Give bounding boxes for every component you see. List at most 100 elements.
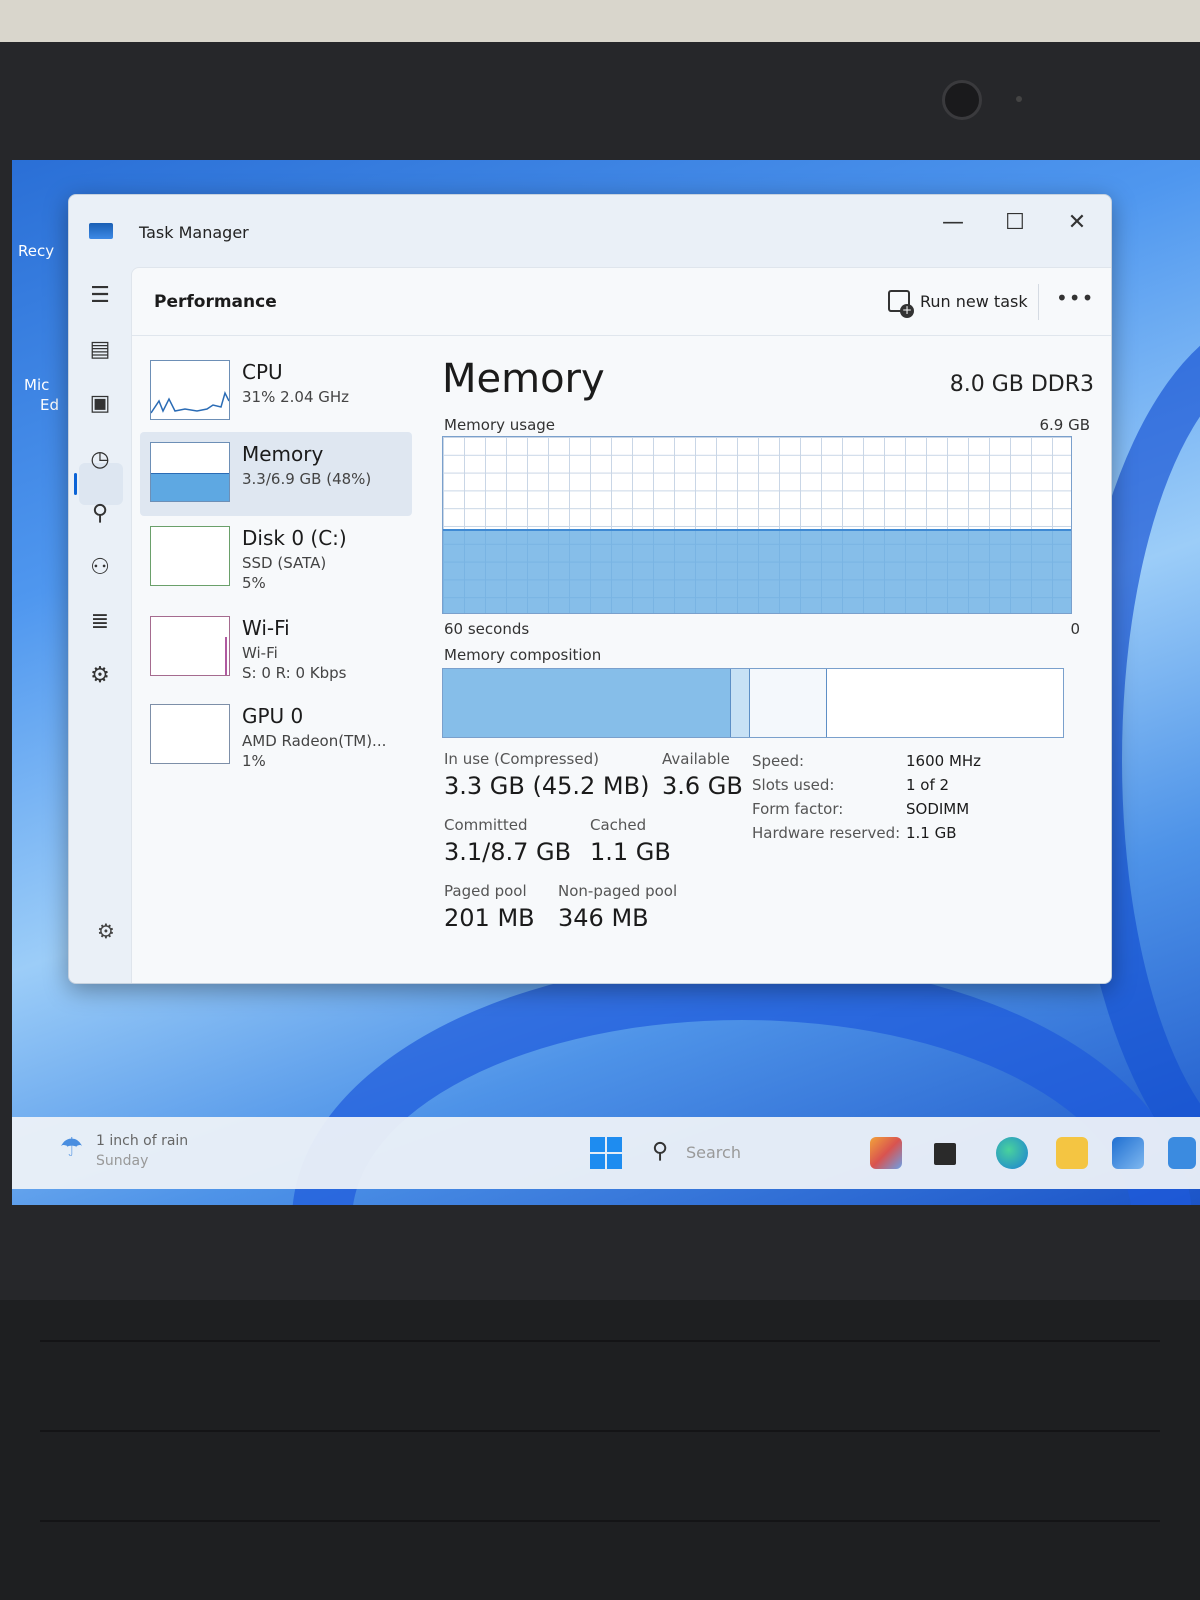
window-title: Task Manager xyxy=(139,223,249,242)
spec-speed-value: 1600 MHz xyxy=(906,752,982,770)
device-name: Wi-Fi xyxy=(242,616,290,640)
device-detail-2: 1% xyxy=(242,752,266,770)
start-tile xyxy=(590,1154,605,1169)
composition-in-use xyxy=(443,669,732,737)
gpu-thumbnail-graph xyxy=(150,704,230,764)
cpu-sparkline xyxy=(150,390,230,414)
file-explorer-icon[interactable] xyxy=(1056,1137,1088,1169)
cpu-thumbnail-graph xyxy=(150,360,230,420)
taskbar-search[interactable]: ⚲ Search xyxy=(652,1135,842,1171)
device-list: CPU 31% 2.04 GHz Memory 3.3/6.9 GB (48%)… xyxy=(132,336,422,983)
hamburger-icon[interactable]: ☰ xyxy=(85,281,115,311)
cached-value: 1.1 GB xyxy=(590,838,671,866)
committed-value: 3.1/8.7 GB xyxy=(444,838,572,866)
memory-spec: 8.0 GB DDR3 xyxy=(949,372,1094,397)
spec-form-factor-value: SODIMM xyxy=(906,800,970,818)
memory-usage-label: Memory usage xyxy=(444,416,556,434)
wifi-thumbnail-graph xyxy=(150,616,230,676)
disk-thumbnail-graph xyxy=(150,526,230,586)
task-manager-window: Task Manager — ☐ ✕ ☰ ▤ ▣ ◷ ⚲ ⚇ ≣ ⚙ ⚙ Per… xyxy=(68,194,1112,984)
device-item-cpu[interactable]: CPU 31% 2.04 GHz xyxy=(140,350,412,434)
umbrella-icon: ☂ xyxy=(60,1133,84,1163)
run-new-task-label: Run new task xyxy=(920,292,1028,311)
composition-standby xyxy=(749,669,828,737)
device-item-gpu[interactable]: GPU 0 AMD Radeon(TM)... 1% xyxy=(140,694,412,778)
memory-thumbnail-fill xyxy=(151,473,229,501)
weather-day: Sunday xyxy=(96,1153,149,1169)
side-navigation: ☰ ▤ ▣ ◷ ⚲ ⚇ ≣ ⚙ ⚙ xyxy=(69,267,131,983)
device-name: CPU xyxy=(242,360,283,384)
memory-thumbnail-graph xyxy=(150,442,230,502)
edge-icon[interactable] xyxy=(996,1137,1028,1169)
minimize-button[interactable]: — xyxy=(925,203,981,243)
maximize-button[interactable]: ☐ xyxy=(987,203,1043,243)
device-name: Disk 0 (C:) xyxy=(242,526,347,550)
page-title: Performance xyxy=(154,292,277,312)
start-tile xyxy=(607,1154,622,1169)
header-divider xyxy=(1038,284,1039,320)
app-history-icon[interactable]: ◷ xyxy=(85,445,115,475)
desktop-icon-recycle-bin-label[interactable]: Recy xyxy=(18,242,54,260)
startup-apps-icon[interactable]: ⚲ xyxy=(85,499,115,529)
search-icon: ⚲ xyxy=(652,1139,669,1164)
processes-icon[interactable]: ▤ xyxy=(85,335,115,365)
windows-start-button[interactable] xyxy=(590,1137,622,1169)
device-detail: 31% 2.04 GHz xyxy=(242,388,350,406)
device-detail: Wi-Fi xyxy=(242,644,278,662)
services-icon[interactable]: ⚙ xyxy=(85,661,115,691)
desktop-icon-edge-label-2[interactable]: Ed xyxy=(40,396,59,414)
users-icon[interactable]: ⚇ xyxy=(85,553,115,583)
detail-title: Memory xyxy=(442,356,605,402)
device-item-memory[interactable]: Memory 3.3/6.9 GB (48%) xyxy=(140,432,412,516)
paged-pool-value: 201 MB xyxy=(444,904,535,932)
desktop-screen: Recy Mic Ed Task Manager — ☐ ✕ ☰ ▤ ▣ ◷ ⚲… xyxy=(12,160,1200,1205)
spec-slots-value: 1 of 2 xyxy=(906,776,950,794)
cached-label: Cached xyxy=(590,816,647,834)
committed-label: Committed xyxy=(444,816,528,834)
spec-form-factor-label: Form factor: xyxy=(752,800,844,818)
memory-composition-bar xyxy=(442,668,1064,738)
device-item-wifi[interactable]: Wi-Fi Wi-Fi S: 0 R: 0 Kbps xyxy=(140,606,412,690)
wifi-sparkline xyxy=(225,637,227,675)
graph-axis-right: 0 xyxy=(1070,620,1080,638)
memory-composition-label: Memory composition xyxy=(444,646,602,664)
page-header: Performance Run new task ••• xyxy=(132,268,1111,336)
task-manager-app-icon xyxy=(89,223,113,239)
close-button[interactable]: ✕ xyxy=(1049,203,1105,243)
nav-active-indicator xyxy=(74,473,77,495)
webcam xyxy=(942,80,982,120)
weather-widget[interactable]: ☂ 1 inch of rain Sunday xyxy=(60,1131,240,1175)
device-detail: 3.3/6.9 GB (48%) xyxy=(242,470,372,488)
composition-modified xyxy=(731,669,750,737)
key-row xyxy=(40,1340,1160,1400)
desktop-icon-edge-label[interactable]: Mic xyxy=(24,376,49,394)
title-bar[interactable]: Task Manager — ☐ ✕ xyxy=(69,195,1111,267)
taskbar-app-icon[interactable] xyxy=(870,1137,902,1169)
details-icon[interactable]: ≣ xyxy=(85,607,115,637)
start-tile xyxy=(607,1137,622,1152)
performance-icon[interactable]: ▣ xyxy=(85,389,115,419)
device-item-disk[interactable]: Disk 0 (C:) SSD (SATA) 5% xyxy=(140,516,412,600)
outlook-icon[interactable] xyxy=(1112,1137,1144,1169)
device-detail: SSD (SATA) xyxy=(242,554,327,572)
search-placeholder: Search xyxy=(686,1143,741,1162)
device-detail-2: 5% xyxy=(242,574,266,592)
in-use-label: In use (Compressed) xyxy=(444,750,599,768)
spec-hardware-reserved-label: Hardware reserved: xyxy=(752,824,901,842)
available-value: 3.6 GB xyxy=(662,772,743,800)
background-wall xyxy=(0,0,1200,42)
more-options-button[interactable]: ••• xyxy=(1056,286,1094,310)
teams-icon[interactable] xyxy=(1168,1137,1196,1169)
key-row xyxy=(40,1430,1160,1490)
performance-page: Performance Run new task ••• CPU xyxy=(131,267,1111,983)
device-detail: AMD Radeon(TM)... xyxy=(242,732,387,750)
memory-usage-graph xyxy=(442,436,1072,614)
webcam-indicator xyxy=(1016,96,1022,102)
available-label: Available xyxy=(662,750,730,768)
spec-hardware-reserved-value: 1.1 GB xyxy=(906,824,957,842)
run-task-icon xyxy=(888,290,914,318)
paged-pool-label: Paged pool xyxy=(444,882,527,900)
device-detail-2: S: 0 R: 0 Kbps xyxy=(242,664,347,682)
gear-icon[interactable]: ⚙ xyxy=(97,919,115,943)
taskbar-task-manager-icon[interactable] xyxy=(934,1143,956,1165)
